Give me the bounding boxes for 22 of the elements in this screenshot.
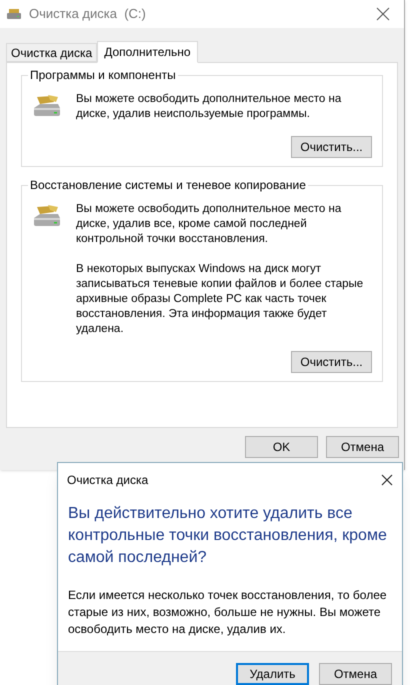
dialog-button[interactable]: Отмена — [326, 436, 399, 458]
group-title: Программы и компоненты — [28, 68, 178, 83]
description: В некоторых выпусках Windows на диск могут записываться теневые копии файлов и более старые архивные образы Complete PC как часть точек восстановления. Эта информация также будет удалена. — [76, 262, 364, 337]
dialog-title: Очистка диска — [67, 472, 148, 489]
window-title: Очистка диска (C:) — [29, 5, 146, 24]
close-icon[interactable] — [381, 474, 393, 486]
cleanup-button[interactable]: Очистить... — [291, 351, 372, 373]
dialog-button[interactable]: OK — [245, 436, 318, 458]
drive-broom-icon — [32, 94, 62, 118]
close-icon[interactable] — [376, 7, 390, 21]
dialog-button[interactable]: Удалить — [236, 663, 309, 685]
description: Вы можете освободить дополнительное место на диске, удалив все, кроме самой последней контрольной точки восстановления. — [76, 202, 342, 247]
dialog-button[interactable]: Отмена — [319, 663, 392, 685]
tab[interactable]: Очистка диска — [6, 43, 98, 62]
description: Вы можете освободить дополнительное место на диске, удалив неиспользуемые программы. — [76, 92, 342, 122]
group-title: Восстановление системы и теневое копирование — [28, 178, 308, 193]
dialog-heading: Вы действительно хотите удалить все контрольные точки восстановления, кроме самой последней? — [67, 504, 388, 568]
drive-broom-icon — [32, 204, 62, 228]
drive-icon — [6, 8, 22, 20]
dialog-message: Если имеется несколько точек восстановления, то более старые из них, возможно, больше не нужны. Вы можете освободить место на диске, удалив их. — [67, 587, 388, 638]
cleanup-button[interactable]: Очистить... — [291, 136, 372, 158]
tab[interactable]: Дополнительно — [97, 41, 198, 63]
